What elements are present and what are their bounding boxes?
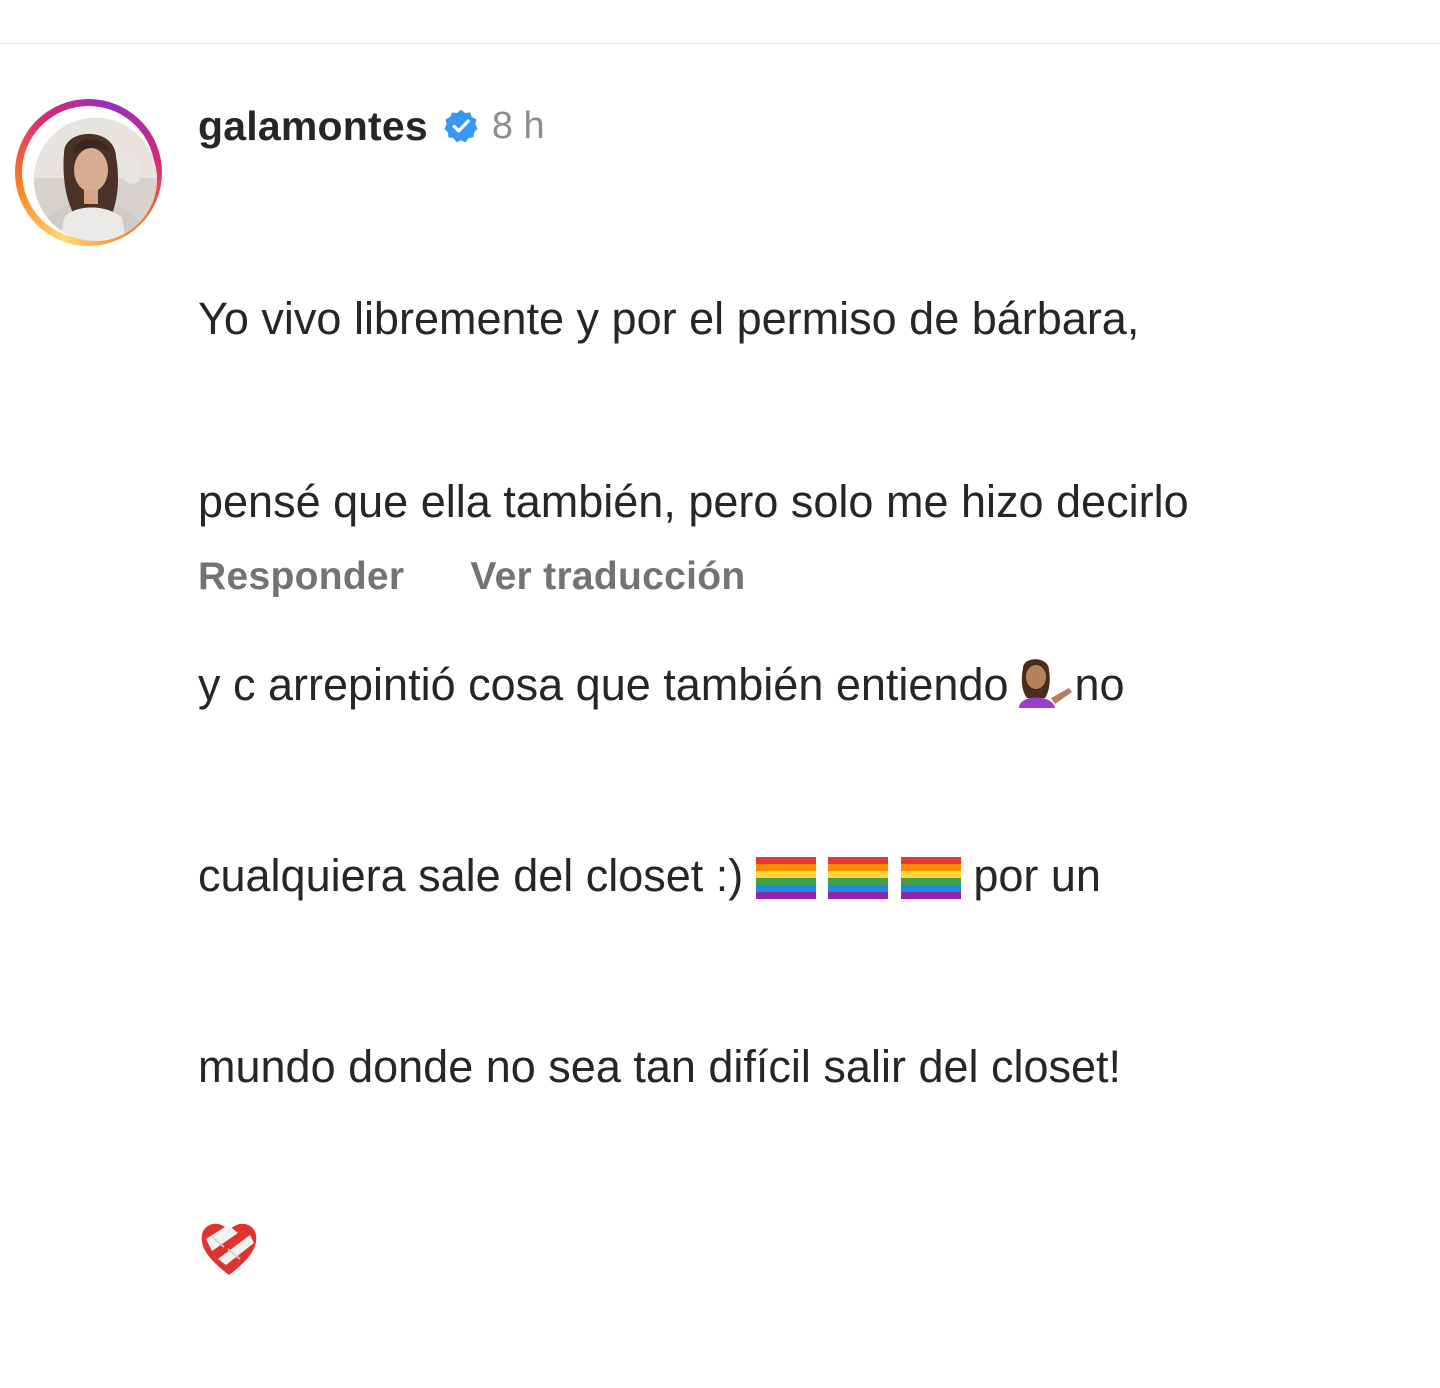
see-translation-button[interactable]: Ver traducción: [470, 555, 745, 599]
comment-time: 8 h: [491, 104, 545, 147]
comment-line: pensé que ella también, pero solo me hiz…: [198, 476, 1189, 527]
comment-line-text: no: [1074, 659, 1125, 710]
avatar[interactable]: [34, 118, 157, 241]
person-tipping-hand-icon: [1009, 658, 1075, 723]
comment-line: mundo donde no sea tan difícil salir del…: [198, 1041, 1122, 1092]
story-ring[interactable]: [15, 99, 162, 246]
rainbow-flag-icon: [755, 853, 816, 914]
rainbow-flag-icon: [900, 853, 961, 914]
comment-line-text: por un: [973, 850, 1101, 901]
comment-text: Yo vivo libremente y por el permiso de b…: [198, 166, 1418, 1388]
comment: galamontes 8 h Yo vivo libremente y por …: [0, 0, 1440, 1275]
comment-line-text: cualquiera sale del closet :): [198, 850, 744, 901]
comment-line: y c arrepintió cosa que también entiendo…: [198, 654, 1418, 723]
comment-line: [198, 1219, 1418, 1294]
comment-line: Yo vivo libremente y por el permiso de b…: [198, 293, 1140, 344]
comment-line-text: y c arrepintió cosa que también entiendo: [198, 659, 1009, 710]
comment-line: cualquiera sale del closet :) por un: [198, 845, 1418, 914]
mending-heart-icon: [198, 1219, 260, 1294]
rainbow-flag-icon: [828, 853, 889, 914]
comment-header: galamontes 8 h: [198, 100, 545, 152]
reply-button[interactable]: Responder: [198, 555, 404, 599]
verified-badge-icon: [443, 108, 479, 144]
comment-actions: Responder Ver traducción: [198, 555, 746, 599]
avatar-image-icon: [34, 118, 157, 241]
username[interactable]: galamontes: [198, 103, 428, 150]
